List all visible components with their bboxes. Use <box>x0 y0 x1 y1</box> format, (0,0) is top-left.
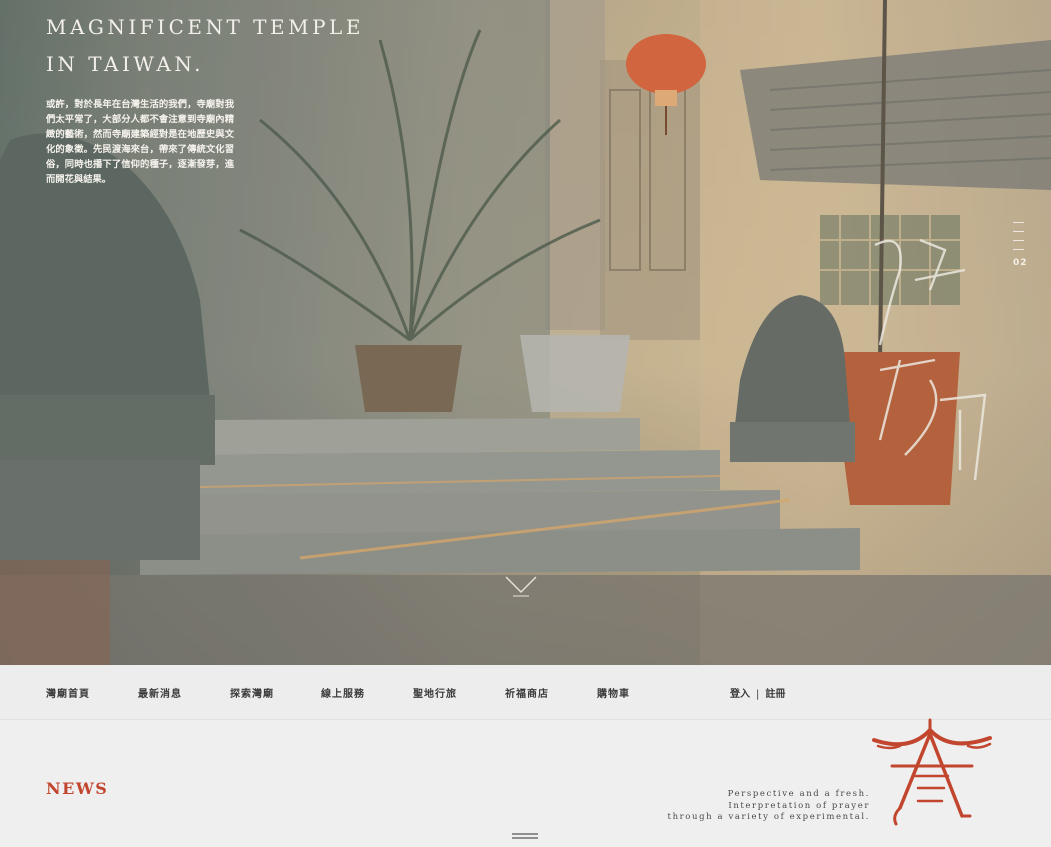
auth-links: 登入 | 註冊 <box>730 685 785 700</box>
nav-item-explore[interactable]: 探索灣廟 <box>230 685 274 700</box>
nav-item-cart[interactable]: 購物車 <box>597 685 630 700</box>
pager-bar[interactable] <box>1013 222 1024 223</box>
chevron-down-icon <box>505 576 537 597</box>
main-nav: 灣廟首頁 最新消息 探索灣廟 線上服務 聖地行旅 祈福商店 購物車 登入 | 註冊 <box>0 665 1051 720</box>
pager-bar[interactable] <box>1013 231 1024 232</box>
nav-item-blessing-shop[interactable]: 祈福商店 <box>505 685 549 700</box>
handle-line <box>512 833 538 835</box>
nav-item-online-service[interactable]: 線上服務 <box>321 685 365 700</box>
auth-separator: | <box>756 689 760 700</box>
tagline: Perspective and a fresh. Interpretation … <box>668 789 870 824</box>
slide-pager[interactable]: 02 <box>1013 222 1027 268</box>
drag-handle-icon[interactable] <box>512 833 538 841</box>
scroll-down-button[interactable] <box>503 572 539 598</box>
register-link[interactable]: 註冊 <box>765 689 785 700</box>
hero-title-line2: IN TAIWAN. <box>46 52 204 76</box>
tagline-line: Perspective and a fresh. <box>727 789 870 799</box>
hero-title-line1: MAGNIFICENT TEMPLE <box>46 15 364 39</box>
hero-title: MAGNIFICENT TEMPLE IN TAIWAN. <box>46 9 364 83</box>
pager-bar[interactable] <box>1013 240 1024 241</box>
slide-number: 02 <box>1013 258 1028 268</box>
news-heading: NEWS <box>46 779 109 798</box>
tagline-line: Interpretation of prayer <box>728 800 870 811</box>
login-link[interactable]: 登入 <box>730 689 750 700</box>
pager-bar[interactable] <box>1013 249 1024 250</box>
hero-banner: MAGNIFICENT TEMPLE IN TAIWAN. 或許，對於長年在台灣… <box>0 0 1051 665</box>
nav-item-home[interactable]: 灣廟首頁 <box>46 685 90 700</box>
hero-description: 或許，對於長年在台灣生活的我們，寺廟對我們太平常了，大部分人都不會注意到寺廟內精… <box>46 99 234 185</box>
tagline-line: through a variety of experimental. <box>667 812 870 822</box>
temple-logo-icon <box>872 718 992 826</box>
nav-item-pilgrimage[interactable]: 聖地行旅 <box>413 685 457 700</box>
nav-item-news[interactable]: 最新消息 <box>138 685 182 700</box>
handle-line <box>512 837 538 839</box>
